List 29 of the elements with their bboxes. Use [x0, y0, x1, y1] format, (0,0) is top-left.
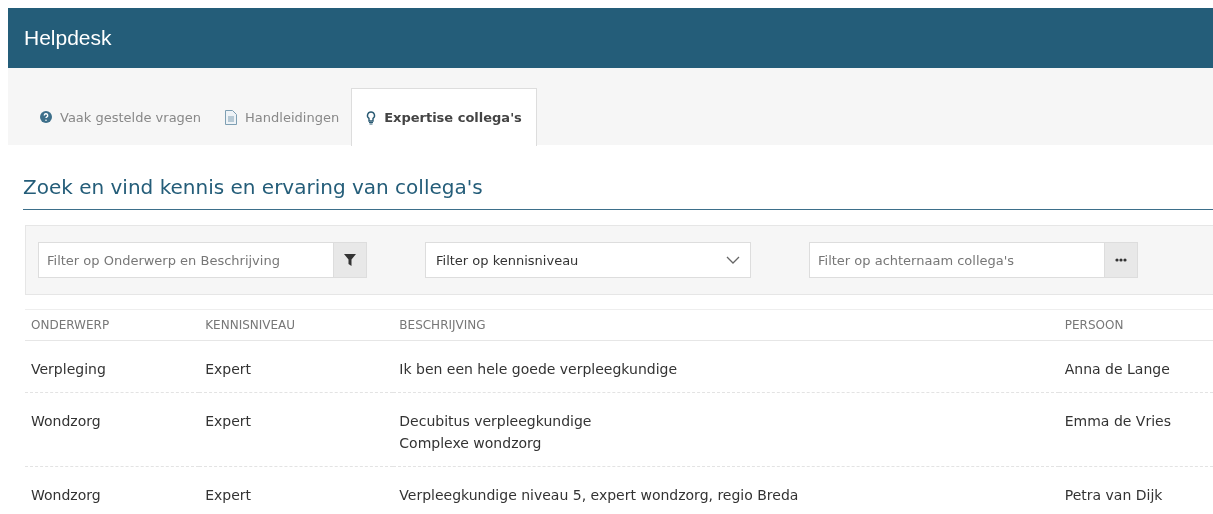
table-cell: Verpleegkundige niveau 5, expert wondzorg, regio Breda: [393, 466, 1059, 514]
filter-field[interactable]: Filter op Onderwerp en Beschrijving: [38, 242, 334, 278]
document-icon: [225, 109, 238, 125]
filter-field[interactable]: Filter op achternaam collega's: [809, 242, 1105, 278]
lightbulb-icon: [366, 110, 377, 125]
column-header: PERSOON: [1058, 309, 1213, 341]
help-icon: [40, 111, 52, 123]
table-cell: Anna de Lange: [1058, 340, 1213, 393]
section-heading: Zoek en vind kennis en ervaring van collega's: [23, 175, 484, 199]
table-cell: Verpleging: [25, 340, 200, 393]
chevron-down-icon: [726, 256, 740, 264]
table-cell: Ik ben een hele goede verpleegkundige: [393, 340, 1059, 393]
table-cell: Expert: [199, 340, 394, 393]
table-cell: Expert: [199, 392, 394, 467]
table-cell: Wondzorg: [25, 466, 200, 514]
app-title: Helpdesk: [24, 26, 112, 50]
column-header: KENNISNIVEAU: [199, 309, 394, 341]
table-cell: Emma de Vries: [1058, 392, 1213, 467]
tab[interactable]: Expertise collega's: [351, 88, 537, 146]
level-dropdown[interactable]: Filter op kennisniveau: [425, 242, 751, 278]
table-cell: Decubitus verpleegkundige Complexe wondzorg: [393, 392, 1059, 467]
filter-button[interactable]: [334, 242, 367, 278]
column-header: ONDERWERP: [25, 309, 200, 341]
filter-icon: [344, 254, 356, 266]
table-cell: Petra van Dijk: [1058, 466, 1213, 514]
column-header: BESCHRIJVING: [393, 309, 1059, 341]
table-cell: Wondzorg: [25, 392, 200, 467]
table-cell: Expert: [199, 466, 394, 514]
more-icon: [1115, 258, 1127, 262]
